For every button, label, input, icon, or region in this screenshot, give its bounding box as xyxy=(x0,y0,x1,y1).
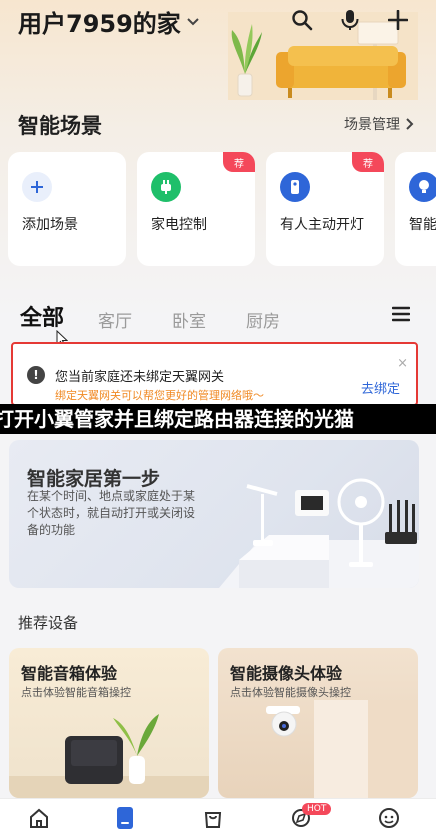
scene-label: 智能 xyxy=(409,217,436,233)
profile-icon[interactable] xyxy=(376,805,402,831)
tab-bedroom[interactable]: 卧室 xyxy=(172,307,206,332)
scene-card-add[interactable]: 添加场景 xyxy=(8,152,126,266)
bag-icon[interactable] xyxy=(200,805,226,831)
notice-subtitle: 绑定天翼网关可以帮您更好的管理网络哦～ xyxy=(55,389,264,402)
scene-label: 家电控制 xyxy=(151,217,207,233)
first-step-description: 在某个时间、地点或家庭处于某个状态时，就自动打开或关闭设备的功能 xyxy=(27,489,196,537)
smart-camera-illustration xyxy=(266,700,418,798)
recommend-section-title: 推荐设备 xyxy=(18,614,79,632)
device-card-camera[interactable]: 智能摄像头体验 点击体验智能摄像头操控 xyxy=(218,648,418,798)
device-icon[interactable] xyxy=(112,805,138,831)
warning-icon: ! xyxy=(27,366,45,384)
scene-label: 有人主动开灯 xyxy=(280,217,364,233)
recommend-badge: 荐 xyxy=(352,152,384,172)
close-icon[interactable]: × xyxy=(397,356,408,371)
chevron-down-icon xyxy=(187,14,199,30)
scene-card-auto-light[interactable]: 荐 有人主动开灯 xyxy=(266,152,384,266)
tab-kitchen[interactable]: 厨房 xyxy=(246,307,280,332)
tab-living-room[interactable]: 客厅 xyxy=(98,307,132,332)
device-subtitle: 点击体验智能摄像头操控 xyxy=(230,686,351,699)
bulb-icon xyxy=(409,172,436,202)
scene-carousel[interactable]: 添加场景 荐 家电控制 荐 有人主动开灯 智能 xyxy=(8,152,436,268)
first-step-title: 智能家居第一步 xyxy=(27,468,161,490)
device-subtitle: 点击体验智能音箱操控 xyxy=(21,686,131,699)
scene-card-appliance[interactable]: 荐 家电控制 xyxy=(137,152,255,266)
device-card-speaker[interactable]: 智能音箱体验 点击体验智能音箱操控 xyxy=(9,648,209,798)
chevron-right-icon xyxy=(406,118,414,130)
smart-home-illustration xyxy=(219,478,419,588)
microphone-icon[interactable] xyxy=(338,8,362,32)
home-icon[interactable] xyxy=(26,805,52,831)
bind-button[interactable]: 去绑定 xyxy=(361,378,400,397)
sensor-icon xyxy=(280,172,310,202)
search-icon[interactable] xyxy=(290,8,314,32)
gateway-notice: ! 您当前家庭还未绑定天翼网关 绑定天翼网关可以帮您更好的管理网络哦～ × 去绑… xyxy=(11,342,418,406)
video-caption: 打开小翼管家并且绑定路由器连接的光猫 xyxy=(0,404,436,434)
first-step-banner[interactable]: 智能家居第一步 在某个时间、地点或家庭处于某个状态时，就自动打开或关闭设备的功能 xyxy=(9,440,419,588)
device-title: 智能摄像头体验 xyxy=(230,664,343,683)
home-selector[interactable]: 用户7959的家 xyxy=(18,4,199,39)
device-title: 智能音箱体验 xyxy=(21,664,118,683)
plus-icon xyxy=(22,172,52,202)
tab-all[interactable]: 全部 xyxy=(20,300,64,332)
home-title: 用户7959的家 xyxy=(18,10,181,38)
scene-card-smart[interactable]: 智能 xyxy=(395,152,436,266)
scenes-section-title: 智能场景 xyxy=(18,114,102,138)
scene-manage-link[interactable]: 场景管理 xyxy=(344,114,414,134)
room-tabs: 全部 客厅 卧室 厨房 xyxy=(20,300,320,332)
smart-speaker-illustration xyxy=(9,714,209,798)
scene-label: 添加场景 xyxy=(22,217,78,233)
scene-manage-label: 场景管理 xyxy=(344,117,400,133)
plus-icon[interactable] xyxy=(386,8,410,32)
recommend-badge: 荐 xyxy=(223,152,255,172)
header: 用户7959的家 xyxy=(0,0,436,100)
hot-badge: HOT xyxy=(302,803,332,815)
bottom-tab-bar: HOT xyxy=(0,798,436,832)
notice-title: 您当前家庭还未绑定天翼网关 xyxy=(55,370,225,385)
plug-icon xyxy=(151,172,181,202)
menu-icon[interactable] xyxy=(391,306,411,326)
